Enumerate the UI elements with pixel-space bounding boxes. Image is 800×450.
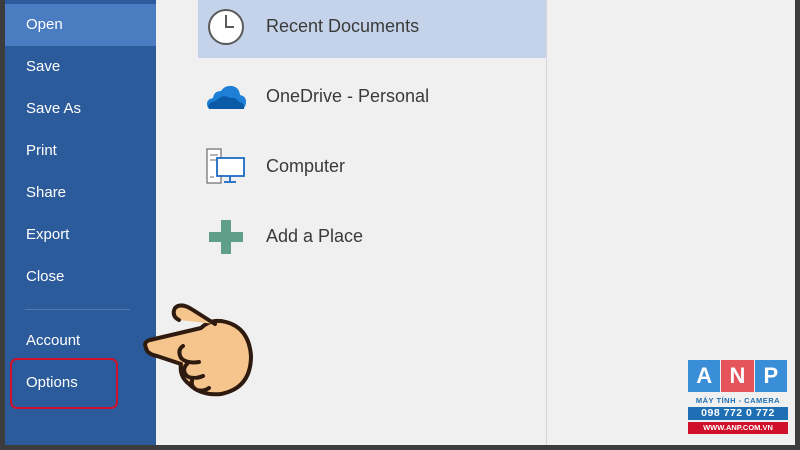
- nav-share[interactable]: Share: [5, 172, 156, 214]
- place-label: Add a Place: [266, 226, 364, 246]
- logo-website: WWW.ANP.COM.VN: [688, 422, 788, 434]
- logo-letter: A: [688, 360, 721, 392]
- onedrive-cloud-icon: [207, 85, 246, 109]
- backstage-sidebar: Open Save Save As Print Share Export Clo…: [5, 0, 156, 445]
- nav-open[interactable]: Open: [5, 4, 156, 46]
- place-label: Recent Documents: [266, 16, 420, 36]
- nav-save-as[interactable]: Save As: [5, 88, 156, 130]
- logo-letter: P: [754, 360, 787, 392]
- nav-save[interactable]: Save: [5, 46, 156, 88]
- logo-phone: 098 772 0 772: [688, 407, 788, 420]
- computer-icon: [206, 148, 245, 184]
- backstage-window: Open Save Save As Print Share Export Clo…: [5, 0, 795, 445]
- nav-account[interactable]: Account: [5, 320, 156, 362]
- nav-divider: [25, 309, 130, 310]
- nav-print[interactable]: Print: [5, 130, 156, 172]
- logo-subtitle: MÁY TÍNH - CAMERA: [695, 396, 781, 405]
- nav-export[interactable]: Export: [5, 214, 156, 256]
- place-onedrive[interactable]: OneDrive - Personal: [198, 70, 547, 128]
- place-recent-documents[interactable]: Recent Documents: [198, 0, 547, 58]
- plus-icon: [209, 220, 243, 254]
- nav-close[interactable]: Close: [5, 256, 156, 298]
- anp-logo: A N P MÁY TÍNH - CAMERA 098 772 0 772 WW…: [688, 360, 788, 442]
- place-label: OneDrive - Personal: [266, 86, 430, 106]
- options-highlight-box: [10, 358, 118, 409]
- clock-icon: [208, 9, 244, 45]
- pointing-hand-icon: [143, 303, 253, 397]
- place-computer[interactable]: Computer: [198, 140, 547, 198]
- place-add-a-place[interactable]: Add a Place: [198, 210, 547, 268]
- place-label: Computer: [266, 156, 346, 176]
- logo-letter: N: [721, 360, 754, 392]
